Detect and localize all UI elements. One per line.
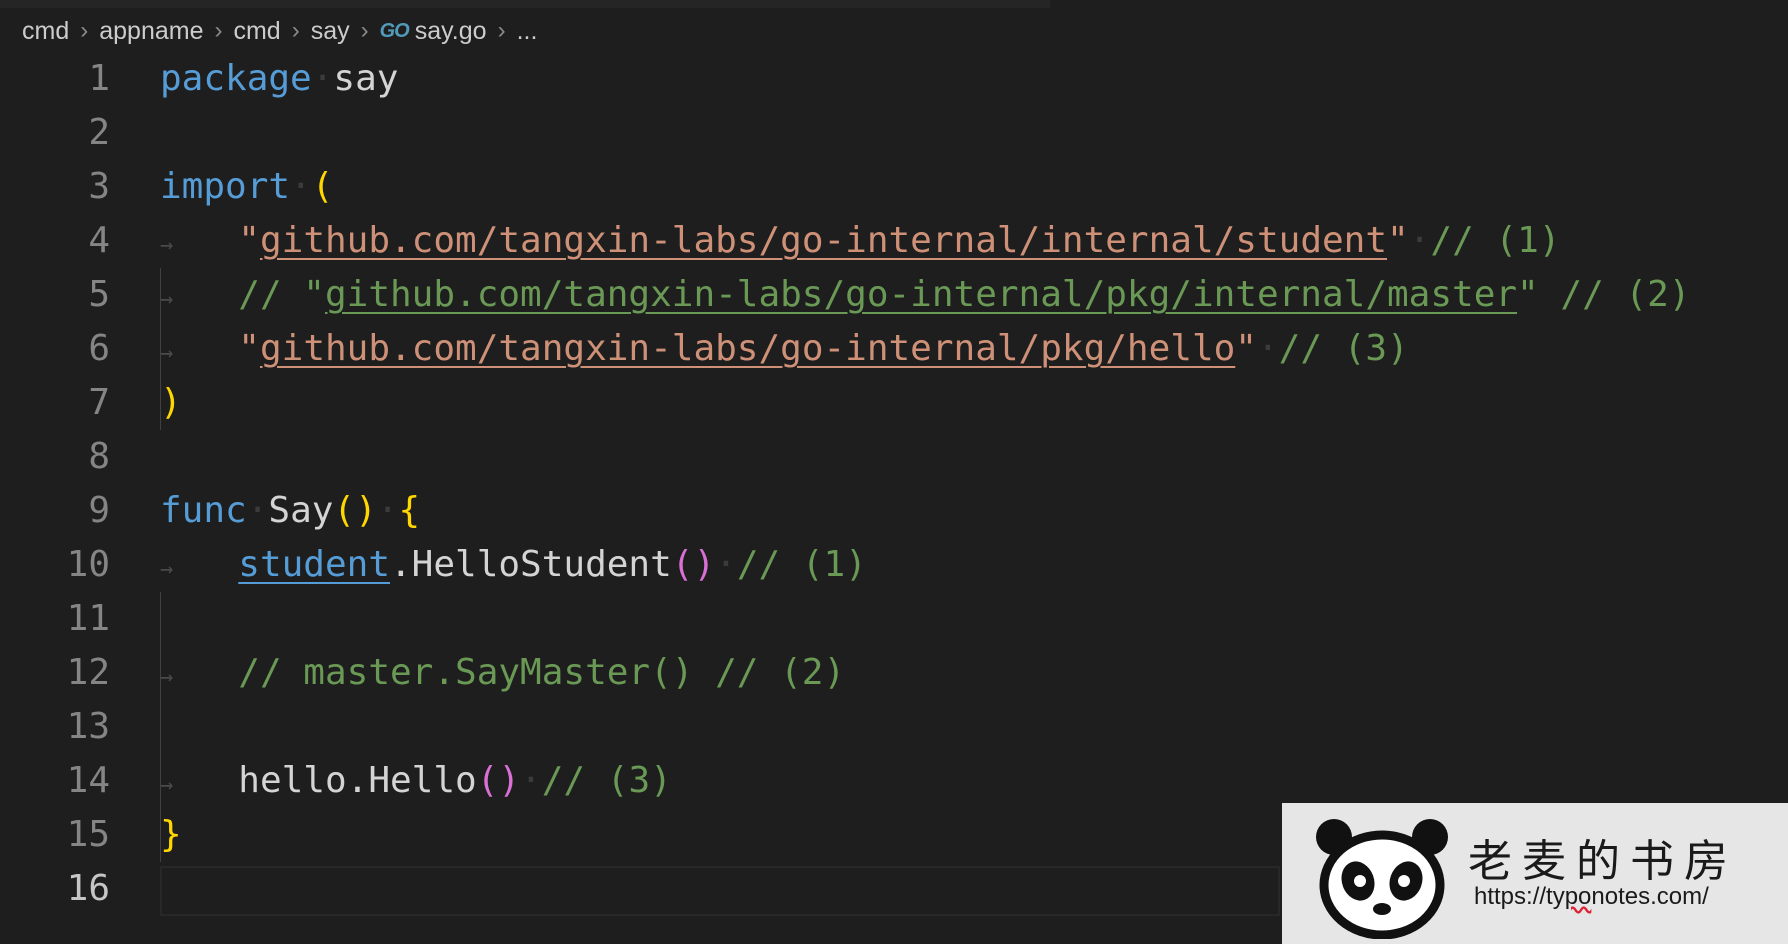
- line-number: 9: [88, 490, 110, 531]
- chevron-right-icon: ›: [497, 17, 506, 44]
- keyword-import: import: [160, 166, 291, 207]
- code-line[interactable]: 2: [0, 106, 1788, 160]
- line-number: 15: [66, 814, 110, 855]
- code-line[interactable]: 5 → // "github.com/tangxin-labs/go-inter…: [0, 268, 1788, 322]
- comment: // (3): [541, 760, 672, 801]
- code-line[interactable]: 9 func·Say()·{: [0, 484, 1788, 538]
- watermark-url: https://typonotes.com/: [1474, 883, 1709, 910]
- comment: // (1): [1430, 220, 1561, 261]
- package-ref-student[interactable]: student: [238, 544, 390, 585]
- line-number: 8: [88, 436, 110, 477]
- line-number: 13: [66, 706, 110, 747]
- watermark: 老麦的书房 https://typonotes.com/: [1282, 803, 1788, 944]
- code-line[interactable]: 12 → // master.SayMaster() // (2): [0, 646, 1788, 700]
- code-line[interactable]: 8: [0, 430, 1788, 484]
- line-number: 14: [66, 760, 110, 801]
- go-file-icon: GO: [379, 19, 410, 42]
- code-line[interactable]: 7 ): [0, 376, 1788, 430]
- keyword-func: func: [160, 490, 247, 531]
- watermark-title: 老麦的书房: [1468, 836, 1738, 887]
- breadcrumb-item-say[interactable]: say: [311, 17, 350, 46]
- line-number: 4: [88, 220, 110, 261]
- import-path-link[interactable]: github.com/tangxin-labs/go-internal/pkg/…: [260, 328, 1235, 369]
- line-number: 2: [88, 112, 110, 153]
- line-number: 7: [88, 382, 110, 423]
- close-brace: }: [160, 814, 182, 855]
- panda-logo-icon: [1316, 819, 1448, 939]
- line-number: 11: [66, 598, 110, 639]
- code-line[interactable]: 1 package·say: [0, 52, 1788, 106]
- package-ref-hello: hello: [238, 760, 347, 801]
- keyword-package: package: [160, 58, 312, 99]
- line-number: 3: [88, 166, 110, 207]
- line-number: 10: [66, 544, 110, 585]
- code-line[interactable]: 4 → "github.com/tangxin-labs/go-internal…: [0, 214, 1788, 268]
- comment: // (3): [1278, 328, 1409, 369]
- line-number-active: 16: [66, 868, 110, 909]
- line-number: 6: [88, 328, 110, 369]
- code-line[interactable]: 3 import·(: [0, 160, 1788, 214]
- line-number: 1: [88, 58, 110, 99]
- breadcrumb: cmd › appname › cmd › say › GO say.go › …: [22, 14, 537, 48]
- close-paren: ): [160, 382, 182, 423]
- breadcrumb-item-cmd[interactable]: cmd: [22, 17, 69, 46]
- code-line[interactable]: 6 → "github.com/tangxin-labs/go-internal…: [0, 322, 1788, 376]
- code-line[interactable]: 13: [0, 700, 1788, 754]
- import-path-link[interactable]: github.com/tangxin-labs/go-internal/inte…: [260, 220, 1387, 261]
- code-editor[interactable]: 1 package·say 2 3 import·( 4 → "github.c…: [0, 52, 1788, 916]
- open-paren: (: [311, 166, 334, 207]
- tab-strip-segment: [0, 0, 1050, 8]
- function-name: Say: [268, 490, 334, 531]
- chevron-right-icon: ›: [360, 17, 369, 44]
- chevron-right-icon: ›: [291, 17, 300, 44]
- commented-import-path-link[interactable]: github.com/tangxin-labs/go-internal/pkg/…: [325, 274, 1517, 315]
- chevron-right-icon: ›: [80, 17, 89, 44]
- breadcrumb-item-appname[interactable]: appname: [99, 17, 203, 46]
- code-line[interactable]: 14 → hello.Hello()·// (3): [0, 754, 1788, 808]
- breadcrumb-ellipsis[interactable]: ...: [517, 17, 538, 46]
- breadcrumb-item-file[interactable]: say.go: [415, 17, 487, 46]
- code-line[interactable]: 11: [0, 592, 1788, 646]
- line-number: 12: [66, 652, 110, 693]
- package-name: say: [333, 58, 399, 99]
- comment: // master.SayMaster() // (2): [238, 652, 846, 693]
- tab-bar-strip: [0, 0, 1788, 8]
- comment: // (1): [736, 544, 867, 585]
- code-line[interactable]: 10 → student.HelloStudent()·// (1): [0, 538, 1788, 592]
- chevron-right-icon: ›: [214, 17, 223, 44]
- line-number: 5: [88, 274, 110, 315]
- open-brace: {: [398, 490, 421, 531]
- breadcrumb-item-cmd-2[interactable]: cmd: [233, 17, 280, 46]
- current-line-highlight: [160, 866, 1280, 916]
